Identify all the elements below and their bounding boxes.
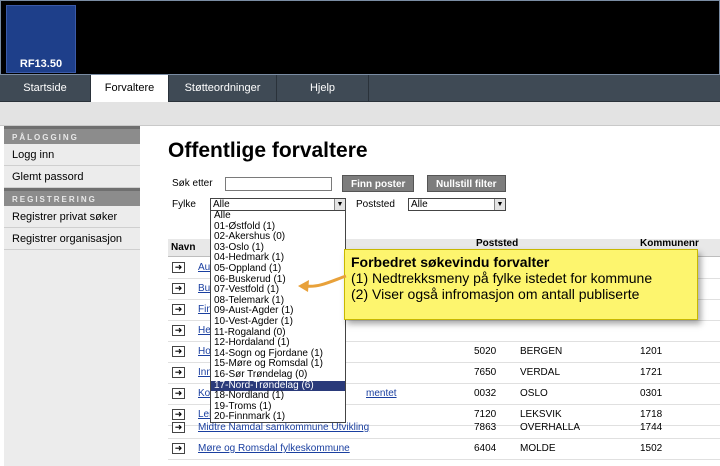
county-label: Fylke: [172, 199, 196, 210]
row-name-link[interactable]: Ko: [198, 388, 210, 399]
arrow-right-icon[interactable]: ➜: [172, 422, 185, 433]
arrow-right-icon[interactable]: ➜: [172, 443, 185, 454]
row-place: VERDAL: [520, 367, 561, 378]
arrow-right-icon[interactable]: ➜: [172, 304, 185, 315]
dropdown-option[interactable]: Alle: [211, 211, 345, 222]
search-label: Søk etter: [172, 178, 213, 189]
sidebar-item-register-organisation[interactable]: Registrer organisasjon: [4, 228, 140, 250]
row-name-link[interactable]: He: [198, 325, 211, 336]
column-header-municipality[interactable]: Kommunenr: [640, 238, 699, 249]
row-name-link[interactable]: Midtre Namdal samkommune Utvikling: [198, 422, 369, 433]
row-municipality: 0301: [640, 388, 663, 399]
chevron-down-icon: ▼: [494, 199, 505, 210]
chevron-down-icon: ▼: [334, 199, 345, 210]
sidebar-heading-login: PÅLOGGING: [4, 126, 140, 144]
row-place: OVERHALLA: [520, 422, 581, 433]
row-postcode: 7650: [474, 367, 497, 378]
postal-select[interactable]: Alle ▼: [408, 198, 506, 211]
dropdown-option[interactable]: 10-Vest-Agder (1): [211, 316, 345, 328]
app-logo[interactable]: RF13.50: [6, 5, 76, 73]
dropdown-option[interactable]: 20-Finnmark (1): [211, 412, 345, 422]
county-select-value: Alle: [213, 199, 230, 210]
table-row[interactable]: ➜ Møre og Romsdal fylkeskommune 6404 MOL…: [168, 439, 720, 460]
column-header-name[interactable]: Navn: [171, 242, 195, 253]
sidebar-item-login[interactable]: Logg inn: [4, 144, 140, 166]
row-name-link-tail[interactable]: mentet: [366, 388, 397, 399]
callout-arrow-icon: [298, 274, 347, 292]
postal-label: Poststed: [356, 199, 395, 210]
row-municipality: 1721: [640, 367, 663, 378]
row-place: BERGEN: [520, 346, 563, 357]
arrow-right-icon[interactable]: ➜: [172, 283, 185, 294]
county-dropdown-list[interactable]: Alle 01-Østfold (1) 02-Akershus (0) 03-O…: [210, 210, 346, 423]
row-municipality: 1201: [640, 346, 663, 357]
tab-hjelp[interactable]: Hjelp: [277, 75, 369, 102]
tab-stotteordninger[interactable]: Støtteordninger: [169, 75, 277, 102]
main-nav: Startside Forvaltere Støtteordninger Hje…: [0, 75, 720, 103]
row-name-link[interactable]: Ho: [198, 346, 211, 357]
row-postcode: 5020: [474, 346, 497, 357]
sidebar: PÅLOGGING Logg inn Glemt passord REGISTR…: [4, 126, 140, 466]
postal-select-value: Alle: [411, 199, 428, 210]
search-input[interactable]: [225, 177, 332, 191]
arrow-right-icon[interactable]: ➜: [172, 262, 185, 273]
row-postcode: 0032: [474, 388, 497, 399]
row-municipality: 1744: [640, 422, 663, 433]
sub-nav-strip: [0, 102, 720, 126]
callout-line-1: (1) Nedtrekksmeny på fylke istedet for k…: [351, 270, 653, 286]
header-bar: RF13.50: [0, 0, 720, 75]
sidebar-item-forgot-password[interactable]: Glemt passord: [4, 166, 140, 188]
column-header-postal[interactable]: Poststed: [476, 238, 518, 249]
row-place: MOLDE: [520, 443, 556, 454]
tab-startside[interactable]: Startside: [0, 75, 91, 102]
arrow-right-icon[interactable]: ➜: [172, 367, 185, 378]
page-title: Offentlige forvaltere: [168, 139, 368, 162]
row-name-link[interactable]: Møre og Romsdal fylkeskommune: [198, 443, 350, 454]
callout-line-2: (2) Viser også infromasjon om antall pub…: [351, 286, 640, 302]
arrow-right-icon[interactable]: ➜: [172, 325, 185, 336]
dropdown-option[interactable]: 16-Sør Trøndelag (0): [211, 369, 345, 381]
row-municipality: 1502: [640, 443, 663, 454]
row-name-link[interactable]: Bu: [198, 283, 210, 294]
arrow-right-icon[interactable]: ➜: [172, 346, 185, 357]
logo-text: RF13.50: [19, 58, 63, 70]
annotation-callout: Forbedret søkevindu forvalter (1) Nedtre…: [344, 249, 698, 320]
reset-filter-button[interactable]: Nullstill filter: [427, 175, 506, 192]
arrow-right-icon[interactable]: ➜: [172, 388, 185, 399]
row-postcode: 6404: [474, 443, 497, 454]
sidebar-heading-register: REGISTRERING: [4, 188, 140, 206]
find-button[interactable]: Finn poster: [342, 175, 415, 192]
row-name-link[interactable]: Au: [198, 262, 210, 273]
row-postcode: 7863: [474, 422, 497, 433]
callout-title: Forbedret søkevindu forvalter: [351, 254, 550, 270]
tab-forvaltere[interactable]: Forvaltere: [91, 75, 169, 103]
sidebar-item-register-private[interactable]: Registrer privat søker: [4, 206, 140, 228]
row-place: OSLO: [520, 388, 548, 399]
